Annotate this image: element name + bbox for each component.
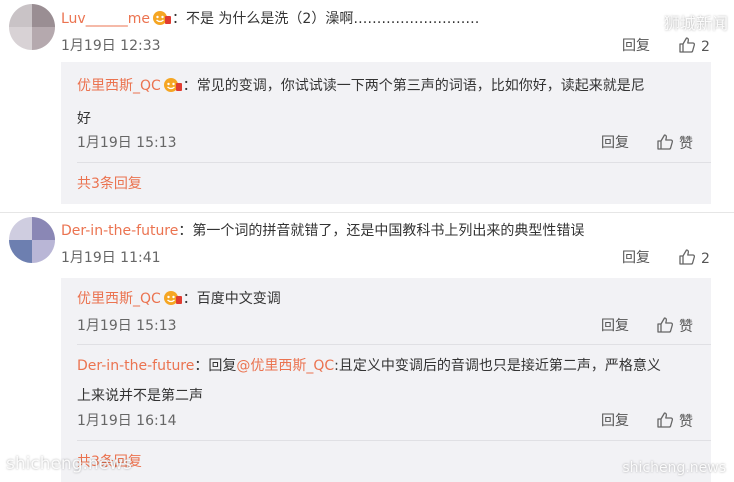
like-label: 赞 (679, 319, 693, 335)
reply-text: :且定义中变调后的音调也只是接近第二声，严格意义 (334, 358, 661, 374)
reply-button[interactable]: 回复 (601, 133, 629, 153)
reply-text-continued: 上来说并不是第二声 (77, 388, 203, 404)
username-link[interactable]: Der-in-the-future (61, 223, 178, 239)
comment-date: 1月19日 12:33 (61, 38, 161, 54)
comment-text: ：第一个词的拼音就错了，还是中国教科书上列出来的典型性错误 (178, 223, 585, 239)
like-button[interactable]: 2 (678, 248, 710, 269)
mention-link[interactable]: @优里西斯_QC (236, 358, 334, 374)
comment-date: 1月19日 11:41 (61, 250, 161, 266)
like-button[interactable]: 2 (678, 36, 710, 57)
username-link[interactable]: 优里西斯_QC (77, 291, 161, 307)
comment-text: ：不是 为什么是洗（2）澡啊……………………… (171, 11, 480, 27)
like-count: 2 (701, 251, 710, 267)
reply-date: 1月19日 16:14 (77, 413, 177, 429)
like-button[interactable]: 赞 (656, 316, 693, 337)
like-label: 赞 (679, 414, 693, 430)
vip-badge-icon (152, 10, 172, 32)
reply-item: 优里西斯_QC ：常见的变调，你试试读一下两个第三声的词语，比如你好，读起来就是… (77, 71, 691, 134)
reply-button[interactable]: 回复 (622, 36, 650, 56)
reply-button[interactable]: 回复 (601, 316, 629, 336)
like-label: 赞 (679, 136, 693, 152)
reply-item: Der-in-the-future：回复@优里西斯_QC:且定义中变调后的音调也… (77, 351, 691, 411)
avatar[interactable] (9, 4, 55, 50)
thumbs-up-icon (657, 134, 674, 150)
comment-author-line: Luv______me ：不是 为什么是洗（2）澡啊……………………… (61, 9, 479, 32)
more-replies-link[interactable]: 共3条回复 (77, 174, 142, 194)
like-button[interactable]: 赞 (656, 133, 693, 154)
username-link[interactable]: Der-in-the-future (77, 358, 194, 374)
reply-text-prefix: ：回复 (194, 358, 237, 374)
thumbs-up-icon (657, 412, 674, 428)
reply-date: 1月19日 15:13 (77, 135, 177, 151)
reply-thread: 优里西斯_QC ：常见的变调，你试试读一下两个第三声的词语，比如你好，读起来就是… (61, 62, 711, 204)
vip-badge-icon (163, 74, 183, 104)
reply-date: 1月19日 15:13 (77, 318, 177, 334)
username-link[interactable]: 优里西斯_QC (77, 78, 161, 94)
reply-separator (77, 440, 711, 441)
reply-separator (77, 344, 711, 345)
reply-text-continued: 好 (77, 111, 91, 127)
like-count: 2 (701, 39, 710, 55)
reply-thread: 优里西斯_QC ：百度中文变调 1月19日 15:13 回复 赞 Der-in-… (61, 278, 711, 482)
avatar[interactable] (9, 217, 55, 263)
watermark-text: shicheng.news (6, 454, 132, 474)
reply-text: ：百度中文变调 (182, 291, 281, 307)
reply-item: 优里西斯_QC ：百度中文变调 (77, 284, 691, 317)
thumbs-up-icon (679, 249, 696, 265)
thumbs-up-icon (679, 37, 696, 53)
reply-text: ：常见的变调，你试试读一下两个第三声的词语，比如你好，读起来就是尼 (182, 78, 645, 94)
watermark-text: 狮城新闻 (663, 14, 728, 33)
comment-divider (0, 212, 734, 213)
reply-button[interactable]: 回复 (622, 248, 650, 268)
like-button[interactable]: 赞 (656, 411, 693, 432)
vip-badge-icon (163, 287, 183, 317)
reply-separator (77, 162, 711, 163)
username-link[interactable]: Luv______me (61, 11, 150, 27)
thumbs-up-icon (657, 317, 674, 333)
watermark-text: shicheng.news (622, 460, 726, 476)
reply-button[interactable]: 回复 (601, 411, 629, 431)
comment-author-line: Der-in-the-future：第一个词的拼音就错了，还是中国教科书上列出来… (61, 221, 584, 241)
